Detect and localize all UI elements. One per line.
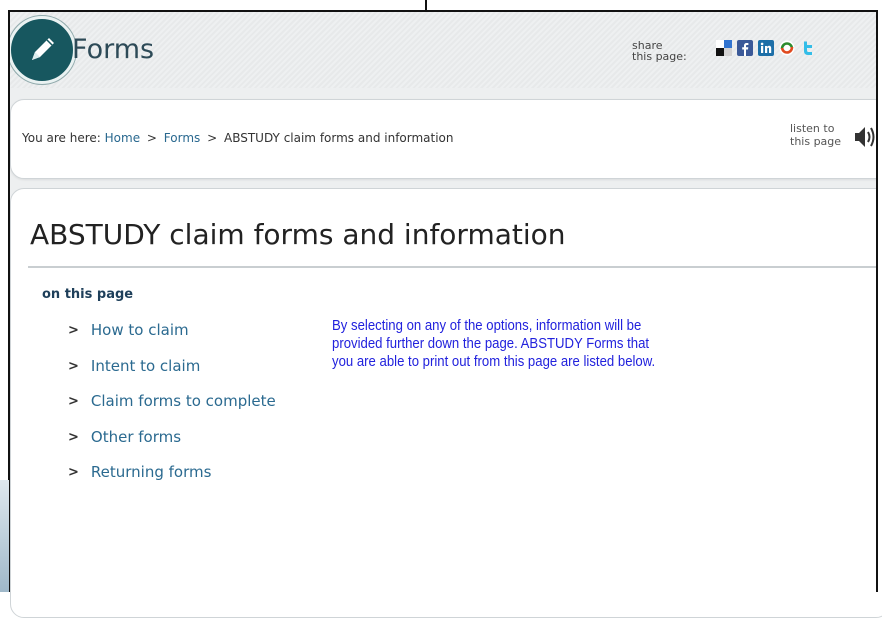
chevron-right-icon: > [68, 323, 79, 338]
share-label: share this page: [632, 40, 687, 62]
header-title: Forms [72, 34, 155, 65]
toc-link[interactable]: Intent to claim [91, 357, 200, 376]
pencil-icon [8, 16, 76, 84]
breadcrumb-home-link[interactable]: Home [105, 131, 140, 145]
chevron-right-icon: > [68, 429, 79, 445]
on-this-page-heading: on this page [42, 287, 134, 302]
delicious-icon[interactable] [716, 40, 732, 56]
facebook-icon[interactable] [737, 40, 753, 56]
linkedin-icon[interactable] [758, 40, 774, 56]
frame-top-line [427, 10, 882, 12]
breadcrumb-separator: > [207, 131, 218, 145]
share-label-line2: this page: [632, 50, 687, 63]
page-header: Forms share this page: [8, 12, 876, 89]
on-this-page-list: > How to claim > Intent to claim > Claim… [68, 321, 276, 499]
stumbleupon-icon[interactable] [779, 40, 795, 56]
listen-to-page-label[interactable]: listen to this page [790, 122, 841, 148]
share-icons [716, 40, 816, 56]
toc-item-how-to-claim[interactable]: > How to claim [68, 321, 276, 357]
title-divider [28, 266, 878, 268]
listen-label-line2: this page [790, 135, 842, 148]
breadcrumb-separator: > [146, 131, 157, 145]
frame-left-tint [0, 480, 9, 592]
frame-right [876, 10, 882, 592]
toc-item-returning-forms[interactable]: > Returning forms [68, 463, 276, 499]
breadcrumb-forms-link[interactable]: Forms [164, 131, 200, 145]
page-title: ABSTUDY claim forms and information [30, 218, 566, 251]
frame-top-left [0, 0, 427, 12]
toc-link[interactable]: Claim forms to complete [91, 392, 276, 411]
toc-item-claim-forms[interactable]: > Claim forms to complete [68, 392, 276, 428]
breadcrumb-current: ABSTUDY claim forms and information [224, 131, 454, 145]
toc-link[interactable]: Returning forms [91, 463, 212, 482]
chevron-right-icon: > [68, 394, 79, 409]
chevron-right-icon: > [68, 465, 79, 480]
listen-label-line1: listen to [790, 122, 835, 135]
toc-link[interactable]: How to claim [91, 321, 189, 340]
toc-item-intent-to-claim[interactable]: > Intent to claim [68, 357, 276, 393]
toc-link[interactable]: Other forms [91, 428, 181, 447]
twitter-icon[interactable] [800, 40, 816, 56]
speaker-icon[interactable] [854, 122, 876, 156]
breadcrumb: You are here: Home > Forms > ABSTUDY cla… [22, 131, 454, 145]
intro-text: By selecting on any of the options, info… [332, 318, 656, 370]
toc-item-other-forms[interactable]: > Other forms [68, 428, 276, 464]
breadcrumb-prefix: You are here: [22, 131, 101, 145]
chevron-right-icon: > [68, 358, 79, 374]
